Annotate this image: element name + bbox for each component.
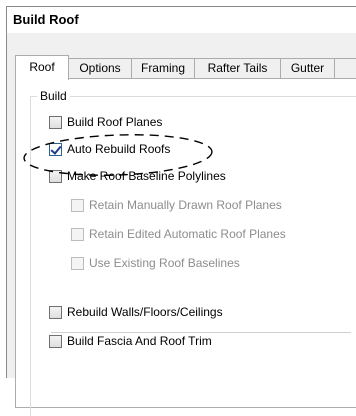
dialog-title: Build Roof [13, 12, 79, 27]
tab-next-partial[interactable] [334, 58, 356, 78]
auto-rebuild-roofs-label: Auto Rebuild Roofs [67, 142, 171, 156]
build-fascia-roof-trim-option[interactable]: Build Fascia And Roof Trim [49, 332, 212, 350]
build-roof-planes-checkbox[interactable] [49, 115, 62, 129]
tab-gutter[interactable]: Gutter [280, 58, 335, 78]
rebuild-walls-floors-ceilings-checkbox[interactable] [49, 305, 62, 319]
build-roof-dialog: Build Roof Roof Options Framing Rafter T… [6, 6, 356, 416]
dialog-client-area: Roof Options Framing Rafter Tails Gutter… [7, 33, 356, 416]
retain-manually-drawn-label: Retain Manually Drawn Roof Planes [89, 198, 282, 212]
auto-rebuild-roofs-checkbox[interactable] [49, 142, 62, 156]
rebuild-walls-floors-ceilings-label: Rebuild Walls/Floors/Ceilings [67, 305, 223, 319]
use-existing-baselines-label: Use Existing Roof Baselines [89, 256, 240, 270]
tab-roof[interactable]: Roof [15, 55, 69, 80]
build-group-label: Build [37, 89, 70, 103]
retain-manually-drawn-option: Retain Manually Drawn Roof Planes [71, 196, 282, 214]
auto-rebuild-roofs-option[interactable]: Auto Rebuild Roofs [49, 140, 170, 158]
retain-manually-drawn-checkbox [71, 198, 84, 212]
retain-edited-automatic-checkbox [71, 227, 84, 241]
roof-tab-panel: Build Build Roof Planes Auto Rebuild Roo… [15, 78, 356, 416]
tab-framing[interactable]: Framing [131, 58, 195, 78]
make-roof-baseline-polylines-checkbox[interactable] [49, 169, 62, 183]
retain-edited-automatic-label: Retain Edited Automatic Roof Planes [89, 227, 286, 241]
build-roof-planes-label: Build Roof Planes [67, 115, 163, 129]
use-existing-baselines-option: Use Existing Roof Baselines [71, 254, 240, 272]
build-fascia-roof-trim-checkbox[interactable] [49, 334, 62, 348]
build-group: Build Build Roof Planes Auto Rebuild Roo… [30, 89, 356, 416]
make-roof-baseline-polylines-option[interactable]: Make Roof Baseline Polylines [49, 167, 226, 185]
tab-options[interactable]: Options [68, 58, 132, 78]
build-roof-planes-option[interactable]: Build Roof Planes [49, 113, 162, 131]
retain-edited-automatic-option: Retain Edited Automatic Roof Planes [71, 225, 286, 243]
title-bar[interactable]: Build Roof [7, 7, 356, 33]
make-roof-baseline-polylines-label: Make Roof Baseline Polylines [67, 169, 226, 183]
tab-rafter-tails[interactable]: Rafter Tails [194, 58, 281, 78]
build-fascia-roof-trim-label: Build Fascia And Roof Trim [67, 334, 212, 348]
use-existing-baselines-checkbox [71, 256, 84, 270]
rebuild-walls-floors-ceilings-option[interactable]: Rebuild Walls/Floors/Ceilings [49, 303, 223, 321]
